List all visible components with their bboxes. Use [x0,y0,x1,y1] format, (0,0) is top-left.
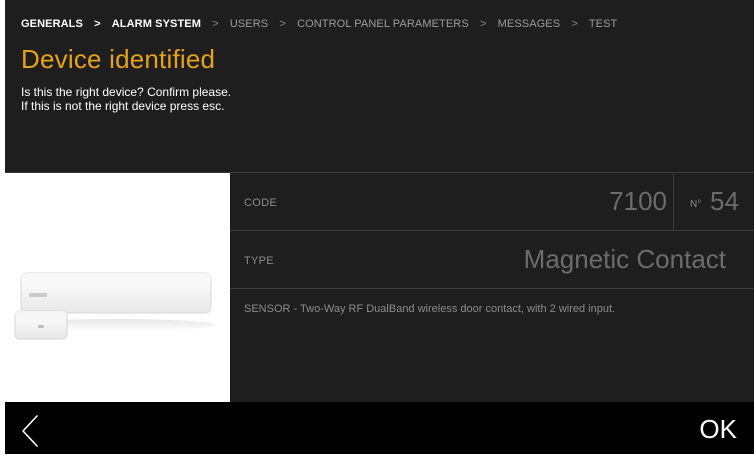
device-details: CODE 7100 N° 54 TYPE Magnetic Contact SE… [5,172,754,402]
device-image [5,173,230,402]
header: GENERALS > ALARM SYSTEM > USERS > CONTRO… [5,0,754,172]
code-value: 7100 [609,186,667,216]
breadcrumb-item-test[interactable]: TEST [589,18,618,30]
instruction-line-1: Is this the right device? Confirm please… [21,85,232,99]
breadcrumb-item-alarm-system[interactable]: ALARM SYSTEM [112,18,201,30]
chevron-left-icon [22,415,38,447]
number-label: N° [690,199,702,210]
breadcrumb: GENERALS > ALARM SYSTEM > USERS > CONTRO… [21,18,754,30]
type-row: TYPE Magnetic Contact [230,231,754,289]
breadcrumb-item-control-panel-parameters[interactable]: CONTROL PANEL PARAMETERS [297,18,469,30]
ok-button[interactable]: OK [699,414,737,445]
device-identified-screen: GENERALS > ALARM SYSTEM > USERS > CONTRO… [0,0,754,459]
page-title: Device identified [21,44,216,74]
instruction-message: Is this the right device? Confirm please… [21,85,754,113]
breadcrumb-separator: > [279,18,286,30]
device-info-grid: CODE 7100 N° 54 TYPE Magnetic Contact SE… [230,173,754,402]
breadcrumb-separator: > [571,18,578,30]
breadcrumb-item-messages[interactable]: MESSAGES [498,18,561,30]
breadcrumb-item-generals[interactable]: GENERALS [21,18,83,30]
type-value: Magnetic Contact [523,244,726,274]
instruction-line-2: If this is not the right device press es… [21,99,225,113]
breadcrumb-separator: > [479,18,487,30]
type-label: TYPE [244,255,274,267]
breadcrumb-separator: > [212,18,219,30]
footer-bar: OK [5,402,754,454]
magnetic-contact-illustration [14,272,215,340]
number-value: 54 [710,186,739,216]
code-row: CODE 7100 N° 54 [230,173,754,231]
code-label: CODE [244,197,277,209]
device-description: SENSOR - Two-Way RF DualBand wireless do… [244,303,616,315]
description-row: SENSOR - Two-Way RF DualBand wireless do… [230,289,754,402]
number-cell: N° 54 [673,173,754,231]
breadcrumb-separator: > [94,18,101,30]
breadcrumb-item-users[interactable]: USERS [230,18,268,30]
back-button[interactable] [17,414,47,448]
